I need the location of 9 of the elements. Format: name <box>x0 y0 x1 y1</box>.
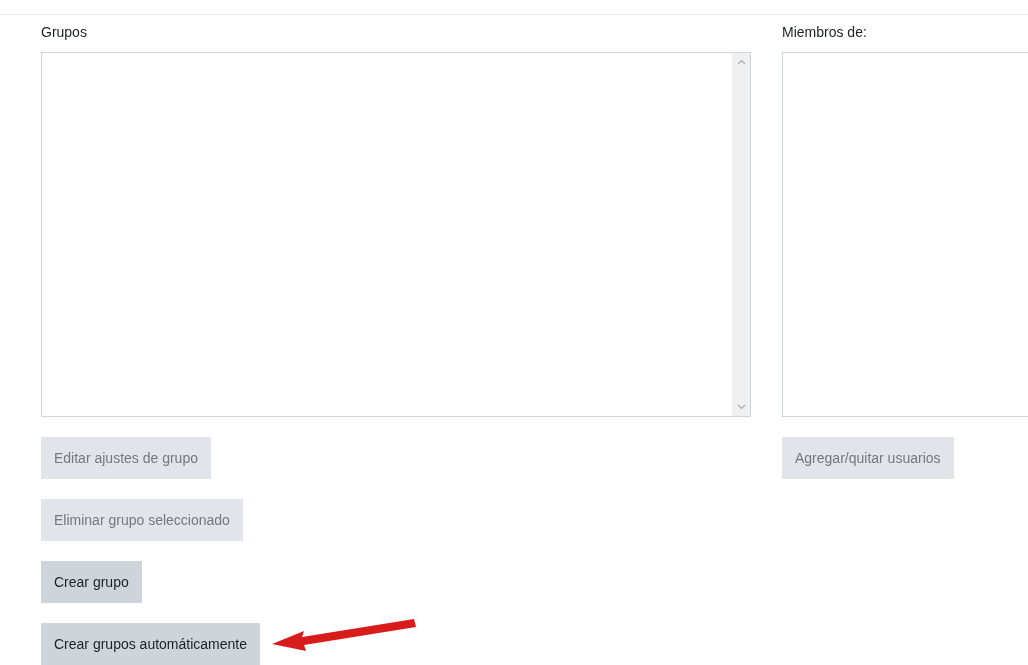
action-button[interactable]: Crear grupo <box>41 561 142 603</box>
panel-label: Grupos <box>41 23 88 42</box>
list-box[interactable] <box>41 52 751 417</box>
scrollbar[interactable] <box>732 53 750 416</box>
scroll-down-icon[interactable] <box>736 404 746 410</box>
action-button[interactable]: Crear grupos automáticamente <box>41 623 260 665</box>
scroll-up-icon[interactable] <box>736 59 746 65</box>
panel-label: Miembros de: <box>782 23 868 42</box>
list-box[interactable] <box>782 52 1028 417</box>
